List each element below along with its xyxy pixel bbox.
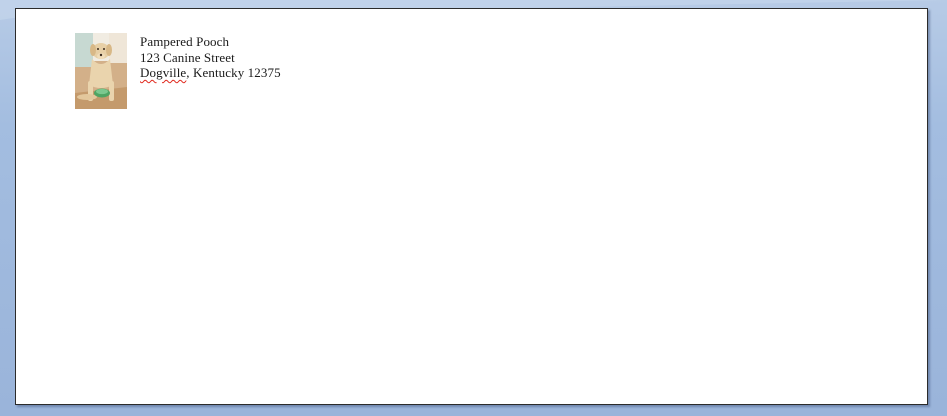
- misspelled-word[interactable]: Dogville: [140, 65, 186, 80]
- city-state-zip: Dogville, Kentucky 12375: [140, 65, 281, 81]
- dog-photo-icon: [75, 33, 127, 109]
- state-zip: , Kentucky 12375: [186, 65, 281, 80]
- return-address[interactable]: Pampered Pooch 123 Canine Street Dogvill…: [140, 34, 281, 81]
- street-address: 123 Canine Street: [140, 49, 235, 65]
- company-name: Pampered Pooch: [140, 34, 230, 49]
- envelope-page[interactable]: Pampered Pooch 123 Canine Street Dogvill…: [15, 8, 928, 405]
